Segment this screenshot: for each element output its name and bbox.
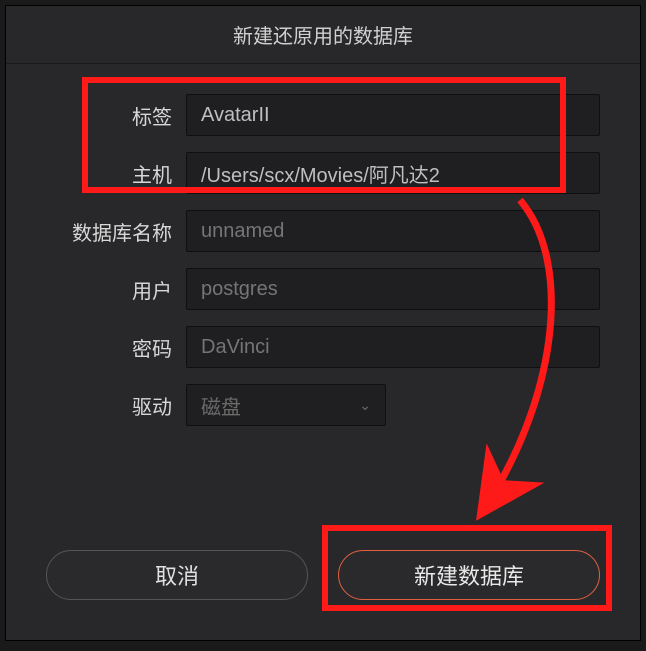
button-row: 取消 新建数据库 — [46, 550, 600, 600]
row-host: 主机 — [46, 152, 600, 194]
chevron-down-icon: ⌄ — [359, 397, 371, 414]
dialog-title: 新建还原用的数据库 — [6, 6, 640, 64]
form-area: 标签 主机 数据库名称 用户 密码 驱动 磁盘 ⌄ — [6, 64, 640, 426]
input-host[interactable] — [186, 152, 600, 194]
row-dbname: 数据库名称 — [46, 210, 600, 252]
label-user: 用户 — [46, 275, 186, 304]
label-tag: 标签 — [46, 101, 186, 130]
row-password: 密码 — [46, 326, 600, 368]
input-dbname[interactable] — [186, 210, 600, 252]
create-restore-db-dialog: 新建还原用的数据库 标签 主机 数据库名称 用户 密码 驱动 磁盘 ⌄ — [5, 5, 641, 641]
create-database-button[interactable]: 新建数据库 — [338, 550, 600, 600]
label-host: 主机 — [46, 159, 186, 188]
row-user: 用户 — [46, 268, 600, 310]
input-user[interactable] — [186, 268, 600, 310]
input-tag[interactable] — [186, 94, 600, 136]
label-password: 密码 — [46, 333, 186, 362]
label-dbname: 数据库名称 — [46, 217, 186, 246]
select-driver-value: 磁盘 — [201, 391, 241, 420]
row-tag: 标签 — [46, 94, 600, 136]
cancel-button[interactable]: 取消 — [46, 550, 308, 600]
select-driver[interactable]: 磁盘 ⌄ — [186, 384, 386, 426]
input-password[interactable] — [186, 326, 600, 368]
label-driver: 驱动 — [46, 391, 186, 420]
row-driver: 驱动 磁盘 ⌄ — [46, 384, 600, 426]
